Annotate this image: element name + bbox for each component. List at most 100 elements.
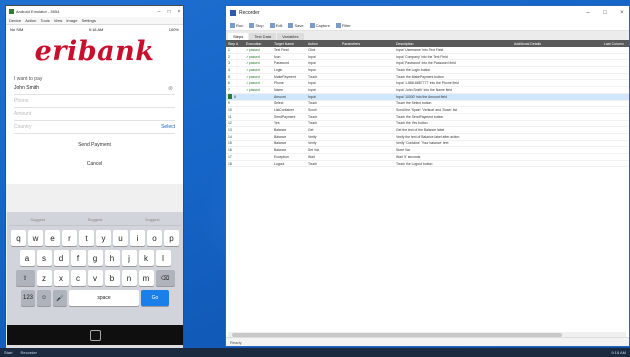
key-s[interactable]: s — [36, 250, 52, 266]
key-q[interactable]: q — [11, 230, 26, 246]
key-v[interactable]: v — [87, 270, 103, 286]
table-row[interactable]: 3 ✓ passed Password Input Input 'Password' i… — [226, 60, 629, 68]
emoji-key[interactable]: ☺ — [37, 290, 51, 306]
table-cell-target: Exception — [272, 154, 306, 160]
space-key[interactable]: space — [69, 290, 139, 306]
edit-button[interactable]: Edit — [269, 22, 282, 28]
table-row[interactable]: 8 Amount Input Input '10000' into the Amoun… — [226, 93, 629, 101]
key-i[interactable]: i — [130, 230, 145, 246]
column-header[interactable]: Execution — [244, 40, 272, 47]
table-row[interactable]: 14 Balance Verify Verify the text of Balanc… — [226, 134, 629, 141]
table-row[interactable]: 13 Balance Get Get the text of the Balance … — [226, 127, 629, 134]
table-row[interactable]: 17 Exception Wait Wait '5' seconds — [226, 154, 629, 161]
minimize-icon[interactable]: – — [581, 10, 595, 16]
taskbar-item-recorder[interactable]: Recorder — [20, 350, 36, 355]
table-row[interactable]: 15 Balance Verify Verify 'Contains' 'Your b… — [226, 141, 629, 148]
table-cell-num: 14 — [226, 134, 244, 140]
stop-button[interactable]: Stop — [249, 22, 264, 28]
close-icon[interactable]: × — [615, 10, 629, 16]
column-header[interactable]: Description — [394, 40, 512, 47]
tab-variables[interactable]: Variables — [277, 33, 304, 40]
amount-field[interactable]: Amount — [14, 108, 175, 121]
backspace-key[interactable]: ⌫ — [155, 270, 175, 286]
table-row[interactable]: 6 ✓ passed Phone Input Input '1-888-8887777'… — [226, 80, 629, 88]
key-k[interactable]: k — [138, 250, 154, 266]
tab-test-data[interactable]: Test Data — [249, 33, 277, 40]
start-button[interactable]: Start — [4, 350, 12, 355]
key-g[interactable]: g — [87, 250, 103, 266]
menu-view[interactable]: View — [54, 18, 63, 23]
home-button-icon[interactable] — [89, 329, 101, 341]
column-header[interactable]: Step # — [226, 40, 244, 47]
shift-key[interactable]: ⇧ — [15, 270, 35, 286]
suggestion-item[interactable]: Suggest — [145, 217, 160, 222]
column-header[interactable]: Action — [306, 40, 340, 47]
country-field[interactable]: Country Select — [14, 121, 175, 134]
column-header[interactable]: Target Name — [272, 40, 306, 47]
suggestion-item[interactable]: Suggest — [30, 217, 45, 222]
table-row[interactable]: 12 Yes Touch Touch the Yes button — [226, 121, 629, 128]
key-w[interactable]: w — [28, 230, 43, 246]
run-button[interactable]: Run — [230, 22, 243, 28]
key-e[interactable]: e — [45, 230, 60, 246]
key-t[interactable]: t — [79, 230, 94, 246]
table-row[interactable]: 16 Balance Set Var Store Var — [226, 147, 629, 154]
key-f[interactable]: f — [70, 250, 86, 266]
table-row[interactable]: 11 SendPayment Touch Touch the SendPayment … — [226, 114, 629, 121]
close-icon[interactable]: × — [175, 9, 183, 15]
key-m[interactable]: m — [138, 270, 154, 286]
key-n[interactable]: n — [121, 270, 137, 286]
column-header[interactable]: Last Column — [602, 40, 629, 47]
key-l[interactable]: l — [155, 250, 171, 266]
mic-key[interactable]: 🎤 — [53, 290, 67, 306]
key-r[interactable]: r — [62, 230, 77, 246]
key-b[interactable]: b — [104, 270, 120, 286]
table-row[interactable]: 5 ✓ passed MakePayment Touch Touch the MakeP… — [226, 74, 629, 81]
key-h[interactable]: h — [104, 250, 120, 266]
key-x[interactable]: x — [53, 270, 69, 286]
menu-settings[interactable]: Settings — [81, 18, 95, 23]
table-row[interactable]: 10 ListContainer Scroll Scroll the 'Spain' … — [226, 107, 629, 114]
cancel-button[interactable]: Cancel — [14, 161, 175, 167]
send-payment-button[interactable]: Send Payment — [14, 142, 175, 148]
key-y[interactable]: y — [96, 230, 111, 246]
key-c[interactable]: c — [70, 270, 86, 286]
maximize-icon[interactable]: □ — [598, 10, 612, 16]
capture-button[interactable]: Capture — [309, 22, 330, 28]
filter-button[interactable]: Filter — [335, 22, 351, 28]
phone-field[interactable]: Phone — [14, 95, 175, 108]
menu-tools[interactable]: Tools — [40, 18, 49, 23]
table-cell-desc: Input '1-888-8887777' into the Phone fie… — [394, 80, 512, 86]
table-row[interactable]: 2 ✓ passed Icon Input Input 'Company' into t… — [226, 54, 629, 61]
table-cell-extra — [512, 114, 602, 120]
menu-device[interactable]: Device — [9, 18, 21, 23]
column-header[interactable]: Parameters — [340, 40, 394, 47]
minimize-icon[interactable]: – — [155, 9, 163, 15]
maximize-icon[interactable]: □ — [165, 9, 173, 15]
table-cell-num: 11 — [226, 114, 244, 120]
table-row[interactable]: 4 ✓ passed Login Input Touch the Login butto… — [226, 67, 629, 74]
table-row[interactable]: 18 Logout Touch Touch the Logout button — [226, 161, 629, 168]
menu-image[interactable]: Image — [66, 18, 77, 23]
key-z[interactable]: z — [36, 270, 52, 286]
key-o[interactable]: o — [147, 230, 162, 246]
table-row[interactable]: 1 ✓ passed Text Field Click Input 'Username'… — [226, 47, 629, 54]
camera-icon — [309, 22, 315, 28]
clear-icon[interactable]: ⊗ — [168, 85, 173, 92]
name-field[interactable]: John Smith ⊗ — [14, 82, 175, 95]
suggestion-item[interactable]: Suggest — [88, 217, 103, 222]
key-p[interactable]: p — [164, 230, 179, 246]
numbers-key[interactable]: 123 — [21, 290, 35, 306]
key-a[interactable]: a — [19, 250, 35, 266]
key-d[interactable]: d — [53, 250, 69, 266]
menu-action[interactable]: Action — [25, 18, 36, 23]
key-j[interactable]: j — [121, 250, 137, 266]
table-row[interactable]: 7 ✓ passed Name Input Input 'John Smith' int… — [226, 87, 629, 94]
key-u[interactable]: u — [113, 230, 128, 246]
save-button[interactable]: Save — [288, 22, 304, 28]
table-row[interactable]: 9 Select Touch Touch the Select button — [226, 101, 629, 108]
go-key[interactable]: Go — [141, 290, 169, 306]
select-button[interactable]: Select — [161, 124, 175, 130]
column-header[interactable]: Additional Details — [512, 40, 602, 47]
tab-steps[interactable]: Steps — [228, 33, 249, 40]
